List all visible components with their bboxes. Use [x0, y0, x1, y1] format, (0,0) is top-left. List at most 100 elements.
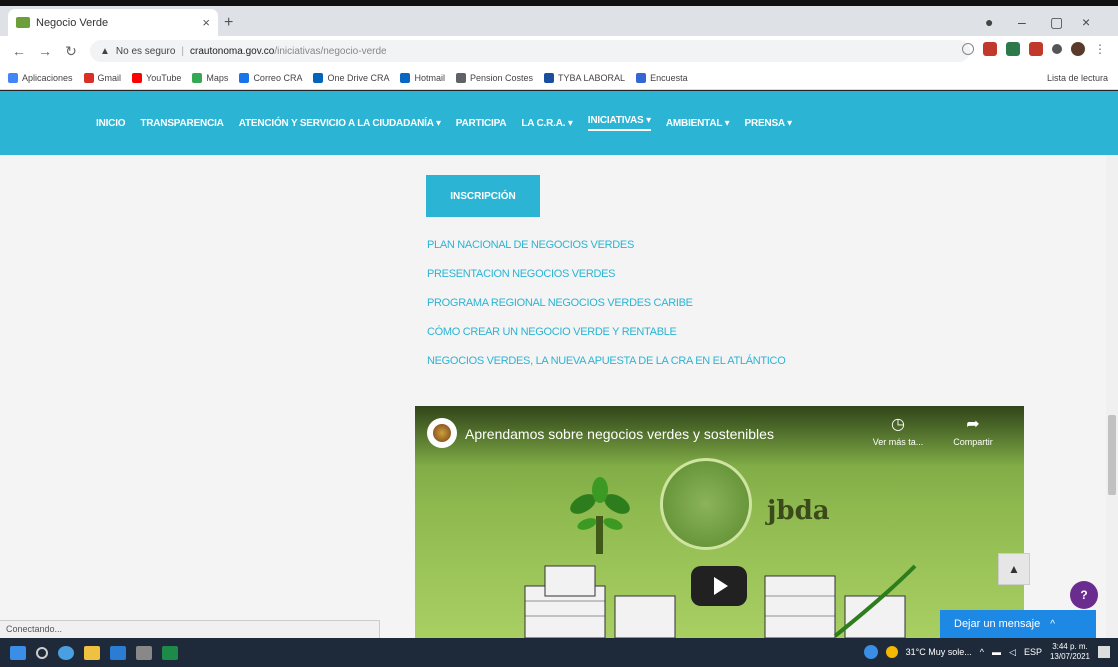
reload-icon[interactable]: ↻	[64, 43, 78, 60]
channel-logo-icon	[433, 424, 451, 442]
clock-icon: ◷	[891, 416, 905, 433]
inscripcion-button[interactable]: INSCRIPCIÓN	[426, 175, 540, 217]
bookmark-item[interactable]: One Drive CRA	[313, 72, 390, 83]
minimize-button[interactable]: –	[1018, 14, 1026, 30]
search-icon[interactable]	[36, 646, 48, 659]
edge-icon[interactable]	[58, 645, 74, 660]
forward-icon[interactable]: →	[38, 43, 52, 59]
clock-date: 13/07/2021	[1049, 652, 1090, 661]
windows-taskbar: 31°C Muy sole... ^ ▬ ◁ ESP 3:44 p. m. 13…	[0, 638, 1118, 667]
bookmark-item[interactable]: Gmail	[83, 72, 122, 83]
play-icon	[713, 577, 728, 595]
bookmark-label: Maps	[206, 72, 229, 83]
bookmark-item[interactable]: YouTube	[132, 72, 182, 83]
extension-icon[interactable]	[1006, 42, 1020, 56]
file-explorer-icon[interactable]	[84, 645, 100, 660]
bookmark-icon	[132, 72, 143, 83]
maximize-button[interactable]: ▢	[1050, 14, 1063, 31]
star-icon[interactable]	[962, 43, 974, 55]
language-indicator[interactable]: ESP	[1024, 647, 1042, 657]
app-icon[interactable]	[136, 645, 152, 660]
bookmark-item[interactable]: Hotmail	[400, 72, 445, 83]
puzzle-icon[interactable]	[1052, 44, 1062, 54]
nav-item-4[interactable]: LA C.R.A. ▾	[521, 118, 573, 129]
bookmark-icon	[192, 72, 203, 83]
bookmark-label: Encuesta	[650, 72, 688, 83]
extension-icon[interactable]	[1029, 42, 1043, 56]
excel-icon[interactable]	[162, 645, 178, 660]
scroll-to-top-button[interactable]: ▲	[998, 553, 1030, 585]
bookmark-item[interactable]: Aplicaciones	[8, 72, 73, 83]
address-separator: |	[181, 45, 184, 57]
bookmark-icon	[544, 72, 555, 83]
bookmark-label: YouTube	[146, 72, 182, 83]
bookmark-label: Gmail	[97, 72, 122, 83]
nav-item-3[interactable]: PARTICIPA	[456, 118, 507, 129]
bookmark-label: Pension Costes	[469, 72, 534, 83]
volume-icon[interactable]: ◁	[1009, 647, 1016, 658]
extension-icon[interactable]	[983, 42, 997, 56]
document-link[interactable]: PROGRAMA REGIONAL NEGOCIOS VERDES CARIBE	[427, 297, 785, 326]
nav-item-1[interactable]: TRANSPARENCIA	[140, 118, 224, 129]
app-tray-icon[interactable]	[863, 645, 878, 659]
document-link[interactable]: NEGOCIOS VERDES, LA NUEVA APUESTA DE LA …	[427, 355, 786, 384]
document-link[interactable]: PRESENTACION NEGOCIOS VERDES	[427, 268, 785, 297]
video-title[interactable]: Aprendamos sobre negocios verdes y soste…	[465, 426, 774, 442]
bookmark-icon	[455, 72, 466, 83]
share-button[interactable]: ➦ Compartir	[945, 414, 1001, 447]
security-label: No es seguro	[115, 45, 176, 57]
profile-icon[interactable]: ●	[985, 14, 993, 30]
menu-icon[interactable]: ⋮	[1094, 42, 1106, 56]
page-scrollbar[interactable]	[1106, 155, 1118, 638]
bookmark-item[interactable]: Pension Costes	[455, 72, 534, 83]
bookmark-item[interactable]: Encuesta	[636, 72, 688, 83]
reading-list-button[interactable]: Lista de lectura	[1047, 73, 1108, 83]
channel-avatar[interactable]	[427, 418, 457, 448]
document-link[interactable]: CÓMO CREAR UN NEGOCIO VERDE Y RENTABLE	[427, 326, 785, 355]
chevron-up-icon: ^	[1050, 618, 1055, 630]
tree-illustration	[570, 477, 630, 554]
tab-close-icon[interactable]: ×	[202, 15, 210, 30]
nav-item-7[interactable]: PRENSA ▾	[744, 118, 792, 129]
scrollbar-thumb[interactable]	[1108, 415, 1116, 495]
notifications-icon[interactable]	[1098, 646, 1110, 658]
bookmark-icon	[8, 72, 18, 83]
site-navigation: INICIO TRANSPARENCIA ATENCIÓN Y SERVICIO A…	[0, 91, 1118, 155]
windows-start-icon[interactable]	[10, 645, 26, 660]
new-tab-button[interactable]: +	[224, 14, 233, 32]
bookmark-label: Aplicaciones	[22, 72, 73, 83]
chat-label: Dejar un mensaje	[954, 618, 1041, 630]
nav-item-2[interactable]: ATENCIÓN Y SERVICIO A LA CIUDADANÍA ▾	[239, 118, 441, 129]
word-icon[interactable]	[110, 645, 126, 660]
play-button[interactable]	[691, 566, 747, 606]
url-host: crautonoma.gov.co	[190, 45, 275, 57]
bookmark-label: TYBA LABORAL	[558, 72, 626, 83]
nav-item-0[interactable]: INICIO	[96, 118, 126, 129]
address-bar[interactable]: ▲ No es seguro | crautonoma.gov.co /inic…	[90, 40, 970, 62]
nav-item-5[interactable]: INICIATIVAS ▾	[587, 115, 651, 131]
bookmark-icon	[239, 72, 250, 83]
document-link[interactable]: PLAN NACIONAL DE NEGOCIOS VERDES	[427, 239, 785, 268]
status-bar: Conectando...	[0, 620, 380, 638]
extension-icons: ⋮	[962, 42, 1106, 56]
bookmark-label: One Drive CRA	[327, 72, 390, 83]
bookmark-icon	[313, 72, 324, 83]
browser-tab[interactable]: Negocio Verde ×	[8, 9, 218, 36]
nav-item-6[interactable]: AMBIENTAL ▾	[666, 118, 730, 129]
url-path: /iniciativas/negocio-verde	[274, 45, 387, 57]
clock[interactable]: 3:44 p. m. 13/07/2021	[1050, 642, 1090, 662]
bookmark-label: Correo CRA	[253, 72, 303, 83]
video-player[interactable]: Aprendamos sobre negocios verdes y soste…	[415, 406, 1024, 638]
back-icon[interactable]: ←	[12, 43, 26, 59]
bookmark-item[interactable]: Maps	[192, 72, 229, 83]
close-window-button[interactable]: ×	[1082, 14, 1090, 30]
bookmark-item[interactable]: Correo CRA	[239, 72, 303, 83]
tray-chevron-icon[interactable]: ^	[980, 647, 984, 657]
bookmark-item[interactable]: TYBA LABORAL	[544, 72, 626, 83]
watch-later-button[interactable]: ◷ Ver más ta...	[870, 414, 926, 447]
network-icon[interactable]: ▬	[992, 647, 1001, 657]
weather-text[interactable]: 31°C Muy sole...	[906, 647, 972, 657]
avatar[interactable]	[1071, 42, 1085, 56]
chat-widget[interactable]: Dejar un mensaje ^	[940, 610, 1096, 638]
help-badge[interactable]: ?	[1070, 581, 1098, 609]
